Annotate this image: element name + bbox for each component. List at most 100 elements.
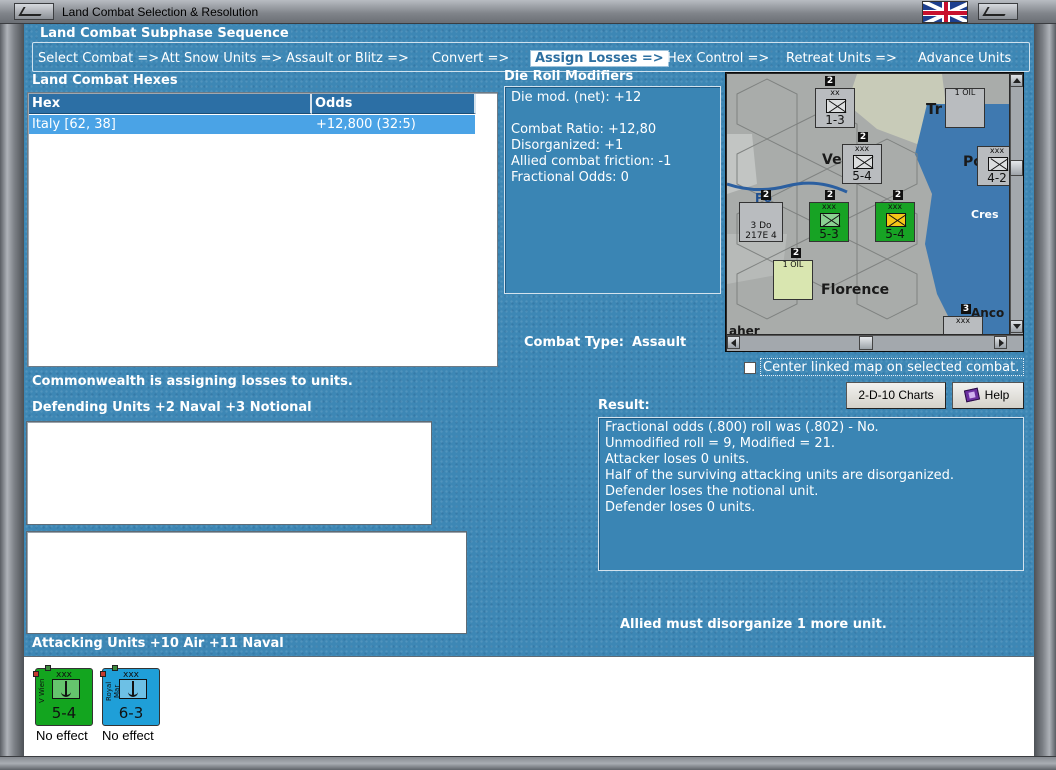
scroll-up-button[interactable] bbox=[1010, 74, 1023, 87]
arrow-up-icon bbox=[1013, 78, 1021, 83]
arrow-left-icon bbox=[731, 339, 736, 347]
map-counter[interactable]: xxx 5-4 bbox=[842, 144, 882, 184]
map-horizontal-scrollbar[interactable] bbox=[727, 335, 1023, 351]
marine-anchor-icon bbox=[52, 679, 80, 699]
stack-badge: 2 bbox=[825, 190, 835, 200]
map-view[interactable]: Ve Florence Po Tr Cres Anco aher Po xx1-… bbox=[727, 74, 1009, 334]
subphase-sequence-title: Land Combat Subphase Sequence bbox=[38, 26, 291, 41]
map-vertical-scrollbar[interactable] bbox=[1010, 74, 1023, 334]
horizontal-scroll-thumb[interactable] bbox=[859, 336, 873, 350]
step-assault-or-blitz[interactable]: Assault or Blitz => bbox=[286, 51, 409, 66]
step-assign-losses[interactable]: Assign Losses => bbox=[530, 50, 669, 67]
help-book-icon bbox=[963, 387, 981, 403]
result-title: Result: bbox=[598, 398, 650, 413]
result-line: Defender loses the notional unit. bbox=[605, 484, 819, 499]
close-button[interactable] bbox=[978, 3, 1018, 20]
help-button[interactable]: Help bbox=[952, 382, 1024, 409]
step-retreat-units[interactable]: Retreat Units => bbox=[786, 51, 897, 66]
linked-minimap[interactable]: Ve Florence Po Tr Cres Anco aher Po xx1-… bbox=[725, 72, 1024, 352]
map-label-ve: Ve bbox=[822, 152, 842, 168]
map-counter[interactable]: 1 OIL bbox=[773, 260, 813, 300]
stack-badge: 2 bbox=[761, 190, 771, 200]
die-roll-modifiers-box: Die mod. (net): +12 Combat Ratio: +12,80… bbox=[504, 86, 721, 294]
must-disorganize-status: Allied must disorganize 1 more unit. bbox=[620, 617, 887, 632]
map-label-aher: aher bbox=[729, 324, 760, 334]
step-att-snow-units[interactable]: Att Snow Units => bbox=[161, 51, 282, 66]
column-header-odds[interactable]: Odds bbox=[312, 94, 476, 114]
combat-type-label: Combat Type: bbox=[524, 335, 624, 350]
attacking-units-title: Attacking Units +10 Air +11 Naval bbox=[32, 636, 284, 651]
window-left-edge bbox=[0, 24, 24, 756]
minimize-button[interactable] bbox=[14, 3, 54, 20]
die-mod-spacer bbox=[511, 106, 714, 122]
minimize-icon bbox=[18, 7, 46, 16]
scroll-down-button[interactable] bbox=[1010, 320, 1023, 333]
map-label-florence: Florence bbox=[821, 282, 890, 298]
window-bottom-edge bbox=[0, 756, 1056, 770]
result-line: Attacker loses 0 units. bbox=[605, 452, 750, 467]
marine-anchor-icon bbox=[119, 679, 147, 699]
charts-button[interactable]: 2-D-10 Charts bbox=[846, 382, 946, 409]
combat-type-value: Assault bbox=[632, 335, 687, 350]
defending-losses-tray[interactable] bbox=[26, 531, 467, 634]
map-label-tr: Tr bbox=[926, 100, 942, 118]
hex-cell: Italy [62, 38] bbox=[32, 117, 116, 132]
unit-name: V Wien bbox=[38, 678, 46, 704]
main-panel: Land Combat Subphase Sequence Select Com… bbox=[24, 24, 1034, 756]
arrow-down-icon bbox=[1013, 324, 1021, 329]
stack-badge: 2 bbox=[858, 132, 868, 142]
window-right-edge bbox=[1034, 24, 1056, 756]
stack-badge: 2 bbox=[893, 190, 903, 200]
map-counter[interactable]: xxx 4-2 bbox=[977, 146, 1009, 186]
unit-strength: 5-4 bbox=[51, 704, 77, 722]
stack-badge: 2 bbox=[791, 248, 801, 258]
map-counter[interactable]: xxx bbox=[943, 316, 983, 334]
scroll-right-button[interactable] bbox=[994, 336, 1007, 349]
close-icon bbox=[982, 7, 1010, 16]
combat-ratio-line: Combat Ratio: +12,80 bbox=[511, 122, 657, 137]
attacking-units-tray[interactable]: xxx V Wien 5-4 No effect xxx Royal Mar 6… bbox=[24, 656, 1034, 756]
step-convert[interactable]: Convert => bbox=[432, 51, 509, 66]
map-counter[interactable]: xxx 5-4 bbox=[875, 202, 915, 242]
odds-cell: +12,800 (32:5) bbox=[316, 117, 416, 132]
table-row[interactable]: Italy [62, 38] +12,800 (32:5) bbox=[29, 115, 475, 134]
step-select-combat[interactable]: Select Combat => bbox=[38, 51, 159, 66]
disorganized-line: Disorganized: +1 bbox=[511, 138, 624, 153]
map-counter[interactable]: 1 OIL bbox=[945, 88, 985, 128]
arrow-right-icon bbox=[999, 339, 1004, 347]
step-advance-units[interactable]: Advance Units bbox=[918, 51, 1011, 66]
map-counter[interactable]: xxx 5-3 bbox=[809, 202, 849, 242]
title-bar: Land Combat Selection & Resolution bbox=[0, 0, 1056, 24]
center-map-label[interactable]: Center linked map on selected combat. bbox=[760, 358, 1024, 376]
union-jack-icon bbox=[922, 1, 968, 23]
unit-result-caption: No effect bbox=[102, 728, 154, 743]
column-header-hex[interactable]: Hex bbox=[29, 94, 312, 114]
stack-badge: 2 bbox=[825, 76, 835, 86]
combat-friction-line: Allied combat friction: -1 bbox=[511, 154, 672, 169]
die-mod-line: Die mod. (net): +12 bbox=[511, 90, 642, 105]
help-button-label: Help bbox=[984, 388, 1010, 402]
unit-strength: 6-3 bbox=[118, 704, 144, 722]
combat-hexes-table: Hex Odds Italy [62, 38] +12,800 (32:5) bbox=[27, 92, 498, 367]
unit-result-caption: No effect bbox=[36, 728, 88, 743]
scroll-left-button[interactable] bbox=[727, 336, 740, 349]
map-counter[interactable]: 3 Do 217E 4 bbox=[739, 202, 783, 242]
unit-counter[interactable]: xxx Royal Mar 6-3 bbox=[100, 665, 160, 726]
map-counter[interactable]: xx 1-3 bbox=[815, 88, 855, 128]
result-line: Unmodified roll = 9, Modified = 21. bbox=[605, 436, 836, 451]
window-title: Land Combat Selection & Resolution bbox=[62, 5, 259, 19]
step-hex-control[interactable]: Hex Control => bbox=[667, 51, 769, 66]
die-roll-modifiers-title: Die Roll Modifiers bbox=[504, 69, 634, 84]
stack-badge: 3 bbox=[961, 304, 971, 314]
vertical-scroll-thumb[interactable] bbox=[1010, 160, 1023, 176]
land-combat-hexes-title: Land Combat Hexes bbox=[32, 73, 178, 88]
center-map-checkbox[interactable] bbox=[744, 362, 756, 374]
assigning-losses-status: Commonwealth is assigning losses to unit… bbox=[32, 374, 353, 389]
defending-units-tray[interactable] bbox=[26, 421, 432, 525]
result-line: Half of the surviving attacking units ar… bbox=[605, 468, 955, 483]
fractional-odds-line: Fractional Odds: 0 bbox=[511, 170, 629, 185]
result-box: Fractional odds (.800) roll was (.802) -… bbox=[598, 417, 1024, 571]
result-line: Defender loses 0 units. bbox=[605, 500, 756, 515]
unit-counter[interactable]: xxx V Wien 5-4 bbox=[33, 665, 93, 726]
map-label-cres: Cres bbox=[971, 208, 999, 221]
